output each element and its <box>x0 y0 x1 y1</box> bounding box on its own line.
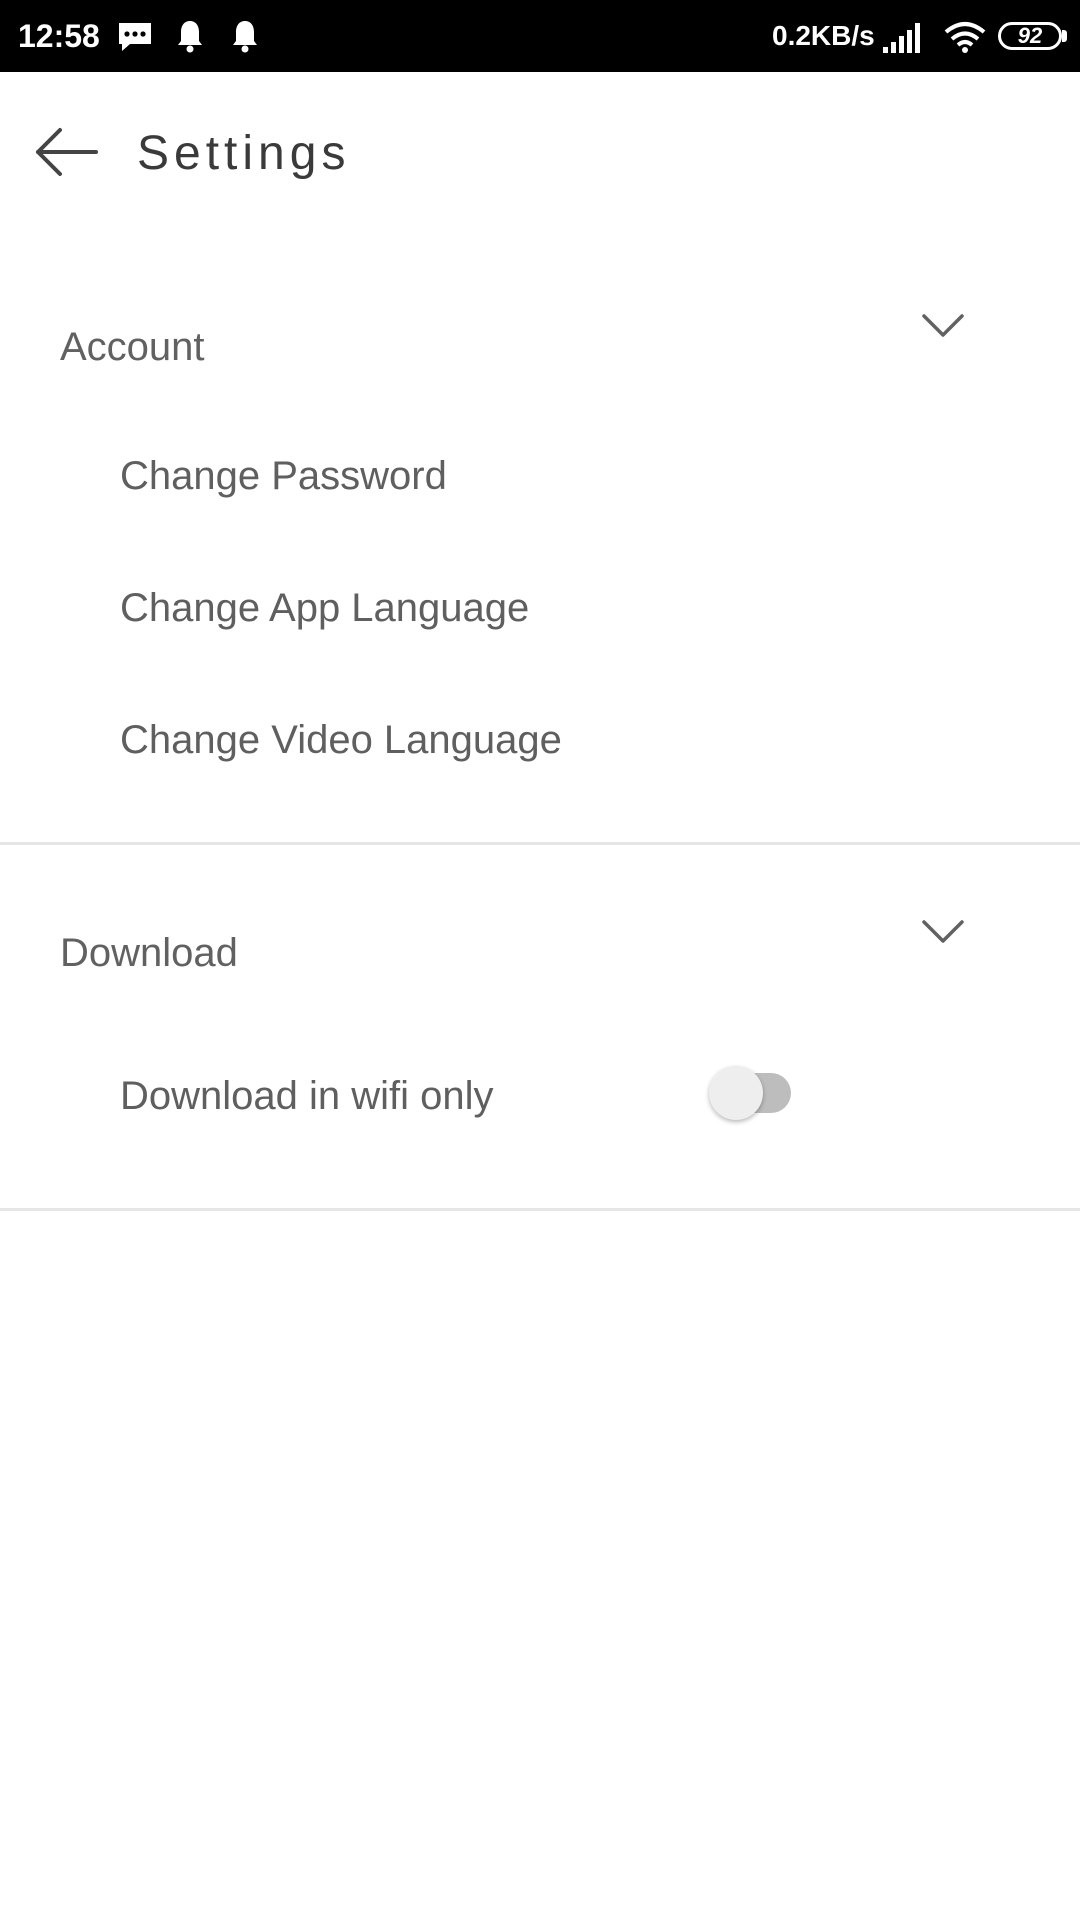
status-time: 12:58 <box>18 18 100 54</box>
chevron-down-icon <box>922 314 964 337</box>
wifi-only-toggle[interactable] <box>707 1063 807 1123</box>
setting-item-label: Download in wifi only <box>120 1074 494 1118</box>
notification-bell-icon <box>233 21 257 53</box>
section-account-header[interactable]: Account <box>0 305 1080 385</box>
setting-item-label: Change Video Language <box>120 718 562 762</box>
battery-level: 92 <box>1017 23 1043 48</box>
status-bar: 12:58 0.2KB/s 92 <box>0 0 1080 72</box>
message-icon <box>119 23 151 51</box>
setting-item-label: Change App Language <box>120 586 530 630</box>
notification-bell-icon <box>178 21 202 53</box>
battery-nub <box>1062 30 1067 42</box>
network-speed: 0.2KB/s <box>772 20 875 51</box>
battery-icon: 92 <box>998 22 1062 50</box>
setting-item-change-video-language[interactable]: Change Video Language <box>0 684 1080 794</box>
setting-item-download-wifi-only: Download in wifi only <box>0 1040 1080 1150</box>
wifi-icon <box>944 22 986 53</box>
toggle-thumb <box>709 1066 763 1120</box>
back-arrow-icon <box>36 128 98 176</box>
signal-icon <box>883 23 920 53</box>
section-title-account: Account <box>60 325 205 369</box>
chevron-down-icon <box>922 920 964 943</box>
back-button[interactable] <box>30 122 120 182</box>
app-bar: Settings <box>0 72 1080 242</box>
section-download-header[interactable]: Download <box>0 912 1080 992</box>
section-divider <box>0 842 1080 845</box>
section-title-download: Download <box>60 931 238 975</box>
page-title: Settings <box>137 127 351 180</box>
setting-item-change-password[interactable]: Change Password <box>0 420 1080 530</box>
setting-item-change-app-language[interactable]: Change App Language <box>0 552 1080 662</box>
section-divider <box>0 1208 1080 1211</box>
setting-item-label: Change Password <box>120 454 447 498</box>
